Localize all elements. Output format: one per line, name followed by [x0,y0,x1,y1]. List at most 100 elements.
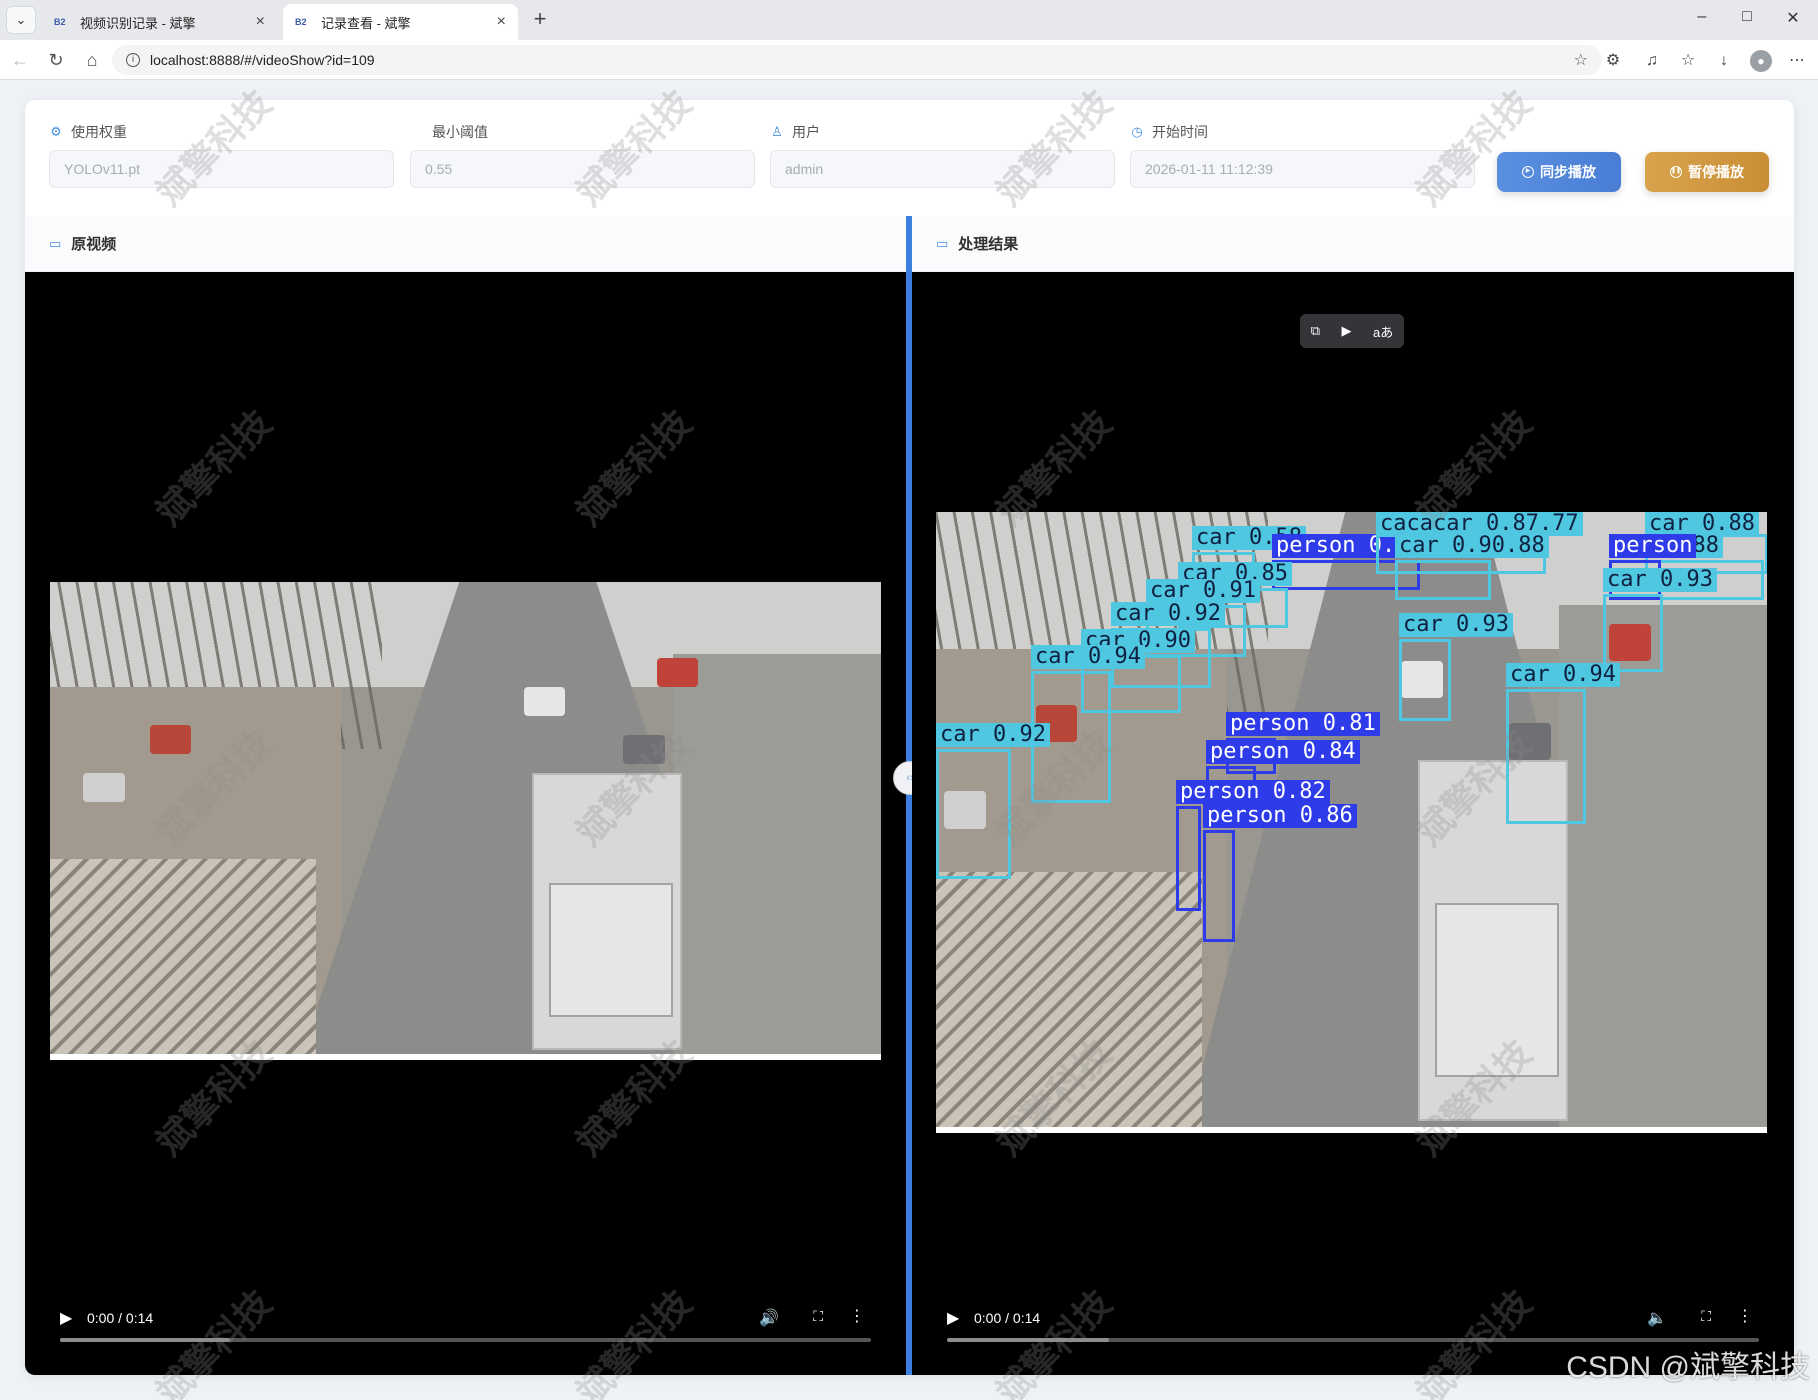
original-panel-title: 原视频 [71,236,117,253]
sync-play-label: 同步播放 [1540,164,1596,180]
more-icon[interactable]: ⋯ [1785,49,1809,73]
detection-box [936,749,1011,879]
tab-title: 视频识别记录 - 斌擎 [80,15,196,31]
volume-muted-icon[interactable]: 🔈 [1647,1308,1667,1328]
home-icon[interactable]: ⌂ [80,49,104,73]
detection-label: person 0.81 [1226,712,1380,736]
result-panel-header: ▭ 处理结果 [912,216,1794,272]
detection-box [1203,830,1235,942]
result-video-frame: car 0.58 person 0.00 cacacar 0.87.77 car 0.… [936,512,1767,1133]
weights-input[interactable]: YOLOv11.pt [49,150,394,188]
detection-box [1176,806,1201,911]
result-video-panel: ▭ 处理结果 car 0.58 person 0.00 cacacar 0.87… [912,216,1794,1375]
pause-circle-icon: ❚❚ [1670,166,1682,178]
detection-label: car 0.93 [1399,613,1513,637]
threshold-input[interactable]: 0.55 [410,150,755,188]
result-time-display: 0:00 / 0:14 [974,1310,1041,1326]
address-toolbar: ← ↻ ⌂ i localhost:8888/#/videoShow?id=10… [0,40,1818,80]
detection-label: car 0.92 [1111,602,1225,626]
fullscreen-icon[interactable]: ⛶ [1701,1308,1711,1325]
tab-title: 记录查看 - 斌擎 [321,15,411,31]
result-panel-title: 处理结果 [958,236,1019,253]
monitor-icon: ▭ [936,235,949,251]
user-field: ♙ 用户 admin [770,120,1115,188]
detection-label: person [1609,534,1697,558]
detection-label: person 0.84 [1206,740,1360,764]
user-input[interactable]: admin [770,150,1115,188]
browser-tab-records[interactable]: B2 视频识别记录 - 斌擎 × [42,4,277,40]
close-icon[interactable]: × [256,13,265,31]
original-time-display: 0:00 / 0:14 [87,1310,154,1326]
star-icon[interactable]: ☆ [1574,50,1588,70]
original-video-player[interactable]: ▶ 0:00 / 0:14 🔊 ⛶ ⋮ [25,272,906,1375]
detection-label: person 0.86 [1203,804,1357,828]
start-time-label: 开始时间 [1152,124,1208,140]
fullscreen-icon[interactable]: ⛶ [813,1308,823,1325]
original-video-frame [50,582,881,1060]
detection-box [1395,560,1491,600]
cpu-icon: ⚙ [50,124,62,139]
tab-favicon: B2 [295,17,307,27]
avatar[interactable]: ● [1750,50,1772,72]
original-seek-bar[interactable] [60,1338,871,1342]
buffered-bar [947,1338,1110,1342]
more-options-icon[interactable]: ⋮ [849,1306,865,1326]
user-icon: ♙ [771,124,783,139]
address-bar[interactable]: i localhost:8888/#/videoShow?id=109 ☆ [112,45,1602,75]
csdn-watermark: CSDN @斌擎科技 [1566,1351,1810,1384]
favorites-icon[interactable]: ☆ [1676,49,1700,73]
volume-icon[interactable]: 🔊 [759,1308,779,1328]
play-icon[interactable]: ▶ [60,1308,72,1328]
minimize-icon[interactable]: – [1687,8,1717,26]
weights-label: 使用权重 [71,124,127,140]
tab-favicon: B2 [54,17,66,27]
play-icon[interactable]: ▶ [947,1308,959,1328]
reload-icon[interactable]: ↻ [44,49,68,73]
new-tab-button[interactable]: + [526,6,554,34]
pause-play-button[interactable]: ❚❚ 暂停播放 [1645,152,1769,192]
maximize-icon[interactable]: □ [1732,8,1762,26]
browser-tab-view[interactable]: B2 记录查看 - 斌擎 × [283,4,518,40]
detection-label: car 0.94 [1031,645,1145,669]
video-hover-toolbar: ⧉ ▶ aあ [1300,314,1404,348]
detection-label: car 0.90.88 [1395,534,1549,558]
record-view-card: ⚙ 使用权重 YOLOv11.pt 最小阈值 0.55 ♙ 用户 admin ◷ 开始… [25,100,1794,1375]
clock-icon: ◷ [1131,124,1143,139]
site-info-icon[interactable]: i [126,53,140,67]
picture-in-picture-icon[interactable]: ⧉ [1311,323,1320,339]
record-info-row: ⚙ 使用权重 YOLOv11.pt 最小阈值 0.55 ♙ 用户 admin ◷ 开始… [25,100,1794,216]
extensions-icon[interactable]: ⚙ [1601,49,1625,73]
start-time-input[interactable]: 2026-01-11 11:12:39 [1130,150,1475,188]
result-video-player[interactable]: car 0.58 person 0.00 cacacar 0.87.77 car 0.… [912,272,1794,1375]
read-aloud-icon[interactable]: ♫ [1640,49,1664,73]
window-close-icon[interactable]: ✕ [1778,8,1808,28]
weights-field: ⚙ 使用权重 YOLOv11.pt [49,120,394,188]
result-video-controls: ▶ 0:00 / 0:14 🔈 ⛶ ⋮ [947,1300,1759,1342]
translate-icon[interactable]: aあ [1373,322,1393,341]
detection-box [1506,689,1586,824]
detection-label: car 0.92 [936,723,1050,747]
url-text: localhost:8888/#/videoShow?id=109 [150,52,375,68]
detection-label: car 0.93 [1603,568,1717,592]
more-options-icon[interactable]: ⋮ [1737,1306,1753,1326]
page-background: ⚙ 使用权重 YOLOv11.pt 最小阈值 0.55 ♙ 用户 admin ◷ 开始… [0,80,1818,1400]
play-circle-icon: ▶ [1522,166,1534,178]
original-video-controls: ▶ 0:00 / 0:14 🔊 ⛶ ⋮ [60,1300,871,1342]
detection-label: car 0.94 [1506,663,1620,687]
chevron-down-icon: ⌄ [15,12,27,27]
buffered-bar [60,1338,231,1342]
browser-tab-bar: ⌄ B2 视频识别记录 - 斌擎 × B2 记录查看 - 斌擎 × + – □ … [0,0,1818,40]
pause-play-label: 暂停播放 [1688,164,1744,180]
video-search-icon[interactable]: ▶ [1342,323,1352,339]
threshold-label: 最小阈值 [432,124,488,140]
close-icon[interactable]: × [497,13,506,31]
start-time-field: ◷ 开始时间 2026-01-11 11:12:39 [1130,120,1475,188]
tab-list-button[interactable]: ⌄ [6,6,36,34]
sync-play-button[interactable]: ▶ 同步播放 [1497,152,1621,192]
user-label: 用户 [792,124,820,140]
back-arrow-icon[interactable]: ← [8,49,32,73]
detection-label: person 0.82 [1176,780,1330,804]
download-icon[interactable]: ↓ [1712,49,1736,73]
original-video-panel: ▭ 原视频 ▶ 0:00 / 0:14 🔊 ⛶ ⋮ [25,216,906,1375]
original-panel-header: ▭ 原视频 [25,216,906,272]
